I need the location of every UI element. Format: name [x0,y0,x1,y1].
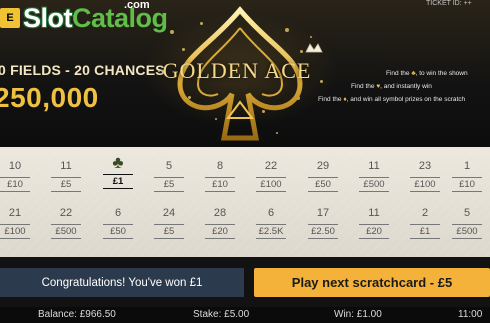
scratch-field[interactable]: 17 £2.50 [300,205,346,249]
rule-text-pre: Find the [386,70,410,77]
scratch-field[interactable]: 22 £100 [248,158,294,202]
field-symbol: 21 [8,207,22,219]
field-symbol: 29 [316,160,330,172]
scratch-field[interactable]: 11 £500 [351,158,397,202]
scratch-field[interactable]: 22 £500 [43,205,89,249]
action-bar: Congratulations! You've won £1 Play next… [0,257,490,307]
scratch-field-winning[interactable]: ♣ £1 [95,153,141,199]
field-prize: £5 [154,224,184,239]
clock-readout: 11:00 [458,309,483,320]
scratch-field[interactable]: 29 £50 [300,158,346,202]
scratch-field[interactable]: 23 £100 [402,158,448,202]
scratch-field[interactable]: 6 £50 [95,205,141,249]
scratch-field[interactable]: 28 £20 [197,205,243,249]
field-symbol: 1 [463,160,471,172]
scratch-field[interactable]: 1 £10 [444,158,490,202]
scratch-field[interactable]: 5 £500 [444,205,490,249]
field-prize: £1 [410,224,440,239]
field-symbol: 11 [60,160,72,172]
field-symbol: 8 [216,160,224,172]
field-symbol: 23 [418,160,432,172]
field-prize: £10 [0,177,30,192]
field-symbol: 6 [114,207,122,219]
ticket-id: TICKET ID: ++ [426,0,472,7]
rule-text-post: , to win the shown [415,70,468,77]
field-symbol: 5 [165,160,173,172]
field-symbol: 6 [267,207,275,219]
scratch-field[interactable]: 11 £20 [351,205,397,249]
site-logo: E SlotCatalog .com [0,0,168,33]
club-icon: ♣ [112,153,124,172]
field-symbol: 11 [368,160,380,172]
field-symbol: 5 [463,207,471,219]
rule-text-pre: Find the [318,96,342,103]
scratch-field[interactable]: 10 £10 [0,158,38,202]
field-prize: £10 [205,177,235,192]
field-prize: £10 [452,177,482,192]
field-prize: £50 [308,177,338,192]
stake-readout: Stake: £5.00 [193,309,250,320]
rule-line: Find the ♣, to win the shown [386,70,468,77]
field-prize: £100 [410,177,440,192]
field-prize: £2.5K [255,224,287,239]
field-prize: £50 [103,224,133,239]
balance-readout: Balance: £966.50 [38,309,116,320]
rule-text-pre: Find the [351,83,375,90]
field-prize: £500 [51,224,81,239]
scratch-field[interactable]: 8 £10 [197,158,243,202]
scratch-field[interactable]: 24 £5 [146,205,192,249]
scratch-field[interactable]: 5 £5 [146,158,192,202]
play-next-button[interactable]: Play next scratchcard - £5 [254,268,490,297]
field-symbol: 28 [213,207,227,219]
win-readout: Win: £1.00 [334,309,382,320]
logo-tag: E [0,8,20,28]
top-prize-amount: 250,000 [0,82,99,113]
scratch-field[interactable]: 2 £1 [402,205,448,249]
scratch-field[interactable]: 6 £2.5K [248,205,294,249]
field-prize: £100 [256,177,286,192]
field-prize: £1 [103,174,133,189]
logo-word-slot: Slot [23,2,73,33]
scratch-field[interactable]: 21 £100 [0,205,38,249]
rule-text-post: , and instantly win [380,83,432,90]
field-symbol: 22 [59,207,73,219]
field-prize: £20 [359,224,389,239]
rule-line: Find the ♥, and instantly win [351,83,432,90]
field-prize: £500 [452,224,482,239]
field-symbol: 11 [368,207,380,219]
field-prize: £5 [154,177,184,192]
field-prize: £20 [205,224,235,239]
rule-line: Find the ♦, and win all symbol prizes on… [318,96,465,103]
field-symbol: 10 [8,160,22,172]
field-symbol: 2 [421,207,429,219]
rule-text-post: , and win all symbol prizes on the scrat… [346,96,466,103]
field-symbol: 22 [264,160,278,172]
scratch-card-grid[interactable]: 10 £10 11 £5 ♣ £1 5 £5 8 £10 22 £100 29 … [0,147,490,257]
win-message: Congratulations! You've won £1 [0,268,244,297]
game-title: GOLDEN ACE [162,58,312,83]
field-prize: £500 [359,177,389,192]
game-header-banner: E SlotCatalog .com TICKET ID: ++ 0 FIELD… [0,0,490,147]
field-symbol: 24 [162,207,176,219]
scratch-field[interactable]: 11 £5 [43,158,89,202]
field-prize: £2.50 [308,224,338,239]
fields-chances-text: 0 FIELDS - 20 CHANCES [0,62,165,78]
status-bar: Balance: £966.50 Stake: £5.00 Win: £1.00… [0,307,490,323]
field-prize: £5 [51,177,81,192]
field-prize: £100 [0,224,30,239]
logo-domain: .com [124,0,150,11]
field-symbol: 17 [316,207,330,219]
